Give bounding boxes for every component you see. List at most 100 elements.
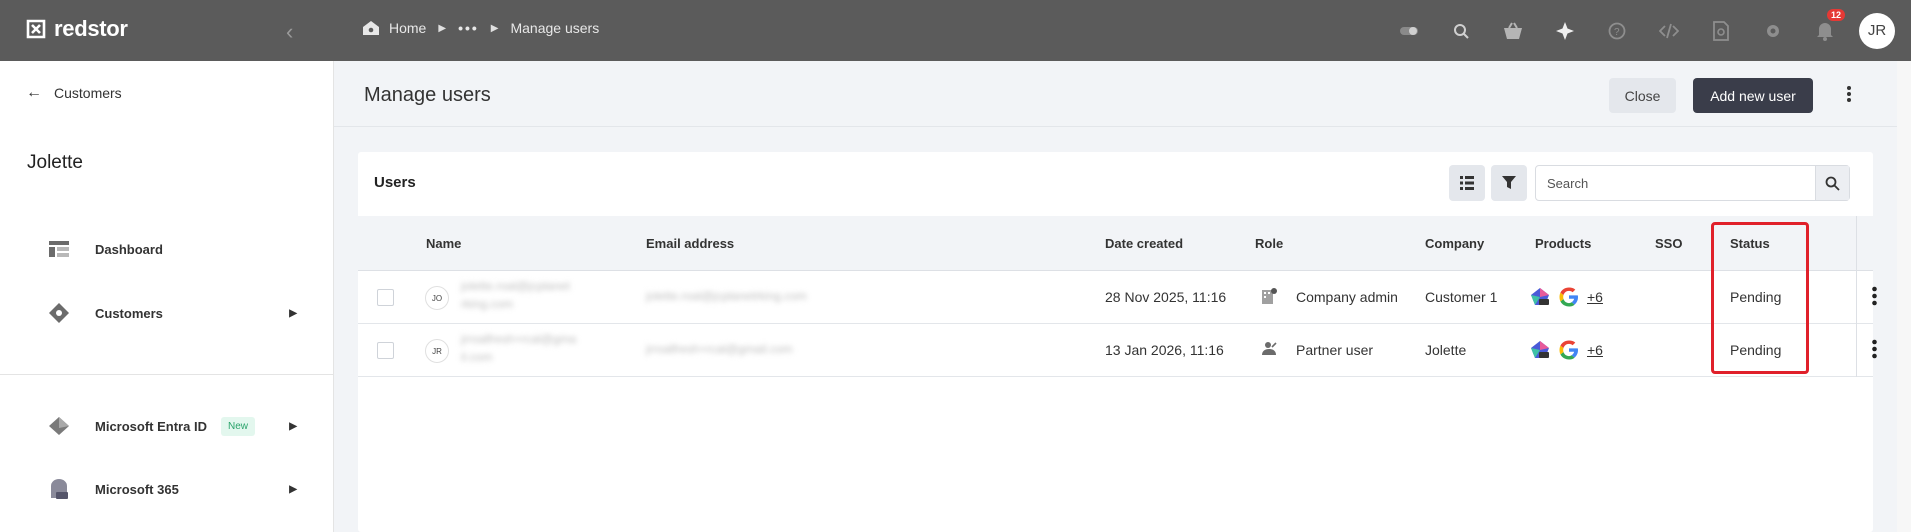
sparkle-icon[interactable] xyxy=(1539,0,1591,61)
search-box xyxy=(1535,165,1850,201)
search-icon xyxy=(1825,176,1840,191)
redstor-product-icon xyxy=(1531,341,1549,358)
new-badge: New xyxy=(220,416,255,436)
avatar: JR xyxy=(425,339,449,363)
add-new-user-button[interactable]: Add new user xyxy=(1693,78,1813,113)
table-row[interactable]: JO jolette.roal@jcplanet rking.com jolet… xyxy=(358,271,1877,324)
column-header-role[interactable]: Role xyxy=(1255,236,1283,251)
user-avatar[interactable]: JR xyxy=(1859,12,1895,49)
sidebar-item-dashboard[interactable]: Dashboard xyxy=(47,237,297,261)
column-header-email[interactable]: Email address xyxy=(646,236,734,251)
breadcrumb: Home ▶ ••• ▶ Manage users xyxy=(362,20,599,36)
user-email: jrroalfresh+rcal@gmail.com xyxy=(646,342,793,356)
more-options-icon[interactable] xyxy=(1839,79,1859,109)
customers-icon xyxy=(47,301,71,325)
sidebar-item-label: Dashboard xyxy=(95,241,163,257)
products-list: +6 xyxy=(1529,338,1603,362)
users-card: Users Name Email address Date created Ro… xyxy=(358,152,1877,532)
notification-badge: 12 xyxy=(1827,9,1846,21)
logo-icon xyxy=(26,19,46,39)
row-actions-icon[interactable] xyxy=(1872,339,1877,364)
status-column-highlight xyxy=(1711,222,1809,374)
users-card-title: Users xyxy=(374,174,416,191)
arrow-left-icon: ← xyxy=(26,84,42,101)
chevron-right-icon: ▶ xyxy=(490,22,499,34)
brand-logo[interactable]: redstor xyxy=(24,16,128,42)
sidebar-item-label: Microsoft 365 xyxy=(95,481,179,497)
date-created: 13 Jan 2026, 11:16 xyxy=(1105,342,1224,358)
user-role: Partner user xyxy=(1296,342,1374,358)
entra-icon xyxy=(47,414,71,438)
user-company: Jolette xyxy=(1425,342,1467,358)
user-name-line2: rking.com xyxy=(461,297,514,311)
gear-icon[interactable] xyxy=(1747,0,1799,61)
search-button[interactable] xyxy=(1815,166,1849,200)
row-checkbox[interactable] xyxy=(377,342,394,359)
chevron-right-icon: ▶ xyxy=(289,483,297,495)
breadcrumb-home[interactable]: Home xyxy=(389,20,426,36)
chevron-right-icon: ▶ xyxy=(438,22,447,34)
collapse-sidebar-icon[interactable]: ‹ xyxy=(286,19,293,45)
dashboard-icon xyxy=(47,237,71,261)
svg-text:?: ? xyxy=(1614,27,1620,38)
column-header-products[interactable]: Products xyxy=(1535,236,1591,251)
avatar: JO xyxy=(425,286,449,310)
page-header: Manage users Close Add new user xyxy=(334,61,1911,127)
chevron-right-icon: ▶ xyxy=(289,420,297,432)
search-input[interactable] xyxy=(1536,166,1815,200)
table-header: Name Email address Date created Role Com… xyxy=(358,216,1873,271)
list-view-button[interactable] xyxy=(1449,165,1485,201)
row-actions-icon[interactable] xyxy=(1872,286,1877,311)
more-products-link[interactable]: +6 xyxy=(1587,342,1603,358)
basket-icon[interactable] xyxy=(1487,0,1539,61)
table-row[interactable]: JR jrroalfresh+rcal@gma il.com jrroalfre… xyxy=(358,324,1877,377)
sidebar-item-microsoft-365[interactable]: Microsoft 365 ▶ xyxy=(47,477,297,501)
sidebar-item-customers[interactable]: Customers ▶ xyxy=(47,301,297,325)
filter-icon xyxy=(1502,176,1516,189)
user-name-line1: jrroalfresh+rcal@gma xyxy=(461,332,577,346)
row-checkbox[interactable] xyxy=(377,289,394,306)
sidebar-item-label: Customers xyxy=(95,305,163,321)
column-divider xyxy=(1856,271,1857,324)
close-button[interactable]: Close xyxy=(1609,78,1676,113)
products-list: +6 xyxy=(1529,285,1603,309)
user-name-line1: jolette.roal@jcplanet xyxy=(461,279,570,293)
help-icon[interactable]: ? xyxy=(1591,0,1643,61)
column-header-sso[interactable]: SSO xyxy=(1655,236,1682,251)
column-header-company[interactable]: Company xyxy=(1425,236,1484,251)
column-header-date-created[interactable]: Date created xyxy=(1105,236,1183,251)
bell-icon[interactable]: 12 xyxy=(1799,0,1851,61)
google-icon xyxy=(1559,340,1578,360)
brand-name: redstor xyxy=(54,16,128,41)
back-label: Customers xyxy=(54,85,122,101)
filter-button[interactable] xyxy=(1491,165,1527,201)
tenant-name: Jolette xyxy=(27,152,83,173)
column-divider xyxy=(1856,216,1857,271)
date-created: 28 Nov 2025, 11:16 xyxy=(1105,289,1227,305)
list-view-icon xyxy=(1460,176,1474,190)
home-icon[interactable] xyxy=(362,20,380,36)
top-bar: redstor ‹ Home ▶ ••• ▶ Manage users ? 12… xyxy=(0,0,1911,61)
vertical-scrollbar[interactable] xyxy=(1897,61,1911,532)
code-icon[interactable] xyxy=(1643,0,1695,61)
more-products-link[interactable]: +6 xyxy=(1587,289,1603,305)
user-name-line2: il.com xyxy=(461,350,493,364)
company-admin-icon xyxy=(1262,288,1277,304)
search-icon[interactable] xyxy=(1435,0,1487,61)
breadcrumb-ellipsis[interactable]: ••• xyxy=(458,20,479,36)
sidebar-item-entra-id[interactable]: Microsoft Entra ID New ▶ xyxy=(47,414,297,438)
back-to-customers[interactable]: ← Customers xyxy=(26,84,122,102)
chevron-right-icon: ▶ xyxy=(289,307,297,319)
user-email: jolette.roal@jcplanetrking.com xyxy=(646,289,807,303)
column-divider xyxy=(1856,324,1857,377)
user-role: Company admin xyxy=(1296,289,1398,305)
breadcrumb-current: Manage users xyxy=(510,20,600,36)
doc-search-icon[interactable] xyxy=(1695,0,1747,61)
sidebar-item-label: Microsoft Entra ID xyxy=(95,418,207,434)
sidebar-divider xyxy=(0,374,334,375)
toggle-icon[interactable] xyxy=(1383,0,1435,61)
google-icon xyxy=(1559,287,1578,307)
m365-icon xyxy=(47,477,71,501)
redstor-product-icon xyxy=(1531,288,1549,305)
column-header-name[interactable]: Name xyxy=(426,236,461,251)
